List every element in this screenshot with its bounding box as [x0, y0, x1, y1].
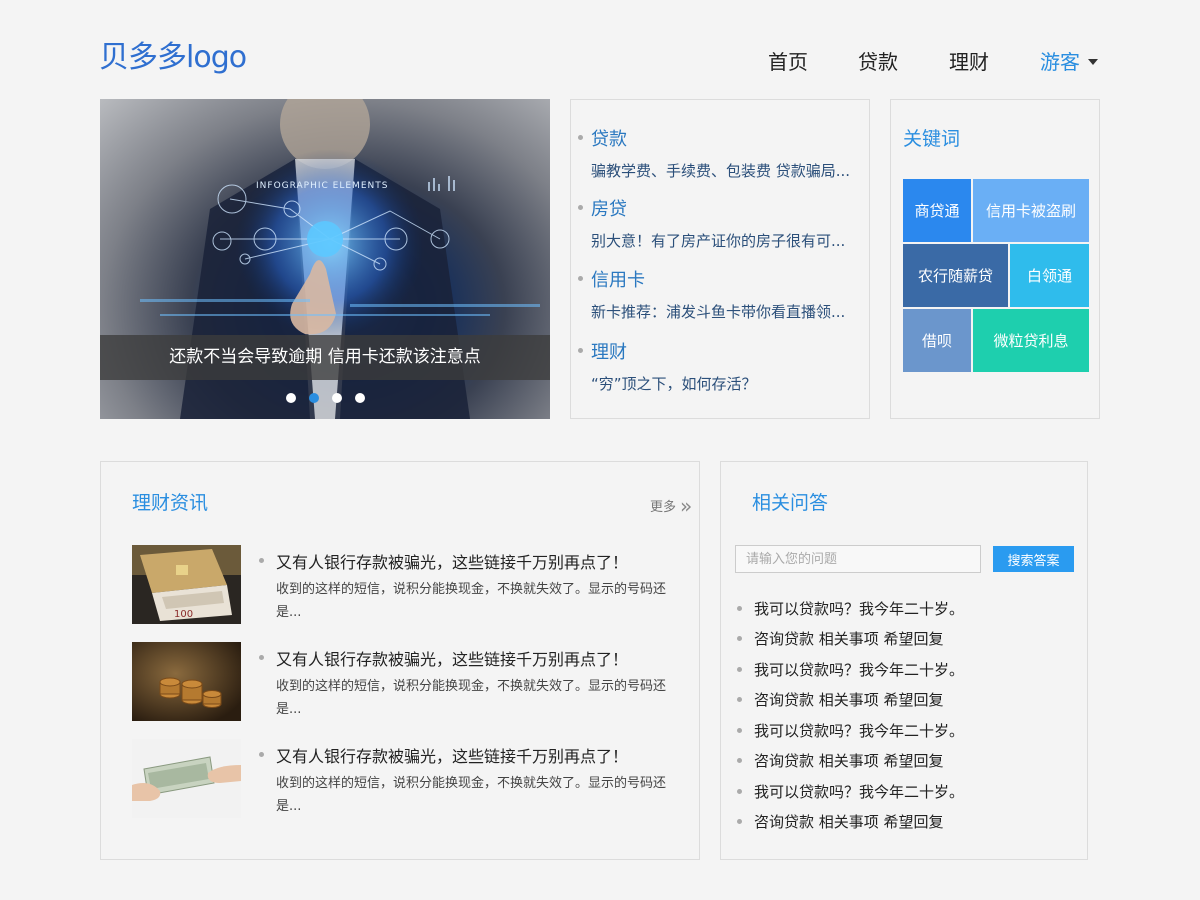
question-search-input[interactable] [735, 545, 981, 573]
keyword-tile[interactable]: 白领通 [1010, 244, 1089, 307]
keyword-tile[interactable]: 信用卡被盗刷 [973, 179, 1089, 242]
search-answers-button[interactable]: 搜索答案 [993, 546, 1074, 572]
banner-caption[interactable]: 还款不当会导致逾期 信用卡还款该注意点 [100, 335, 550, 380]
article-title[interactable]: 又有人银行存款被骗光，这些链接千万别再点了！ [258, 743, 628, 767]
qa-list-item[interactable]: 我可以贷款吗？我今年二十岁。 [736, 720, 964, 741]
carousel-dot-3[interactable] [332, 393, 342, 403]
nav-loans[interactable]: 贷款 [858, 46, 898, 75]
qa-list-item[interactable]: 咨询贷款 相关事项 希望回复 [737, 628, 944, 649]
svg-text:100: 100 [174, 609, 193, 620]
qa-title: 相关问答 [752, 492, 829, 514]
qa-panel: 相关问答 搜索答案 我可以贷款吗？我今年二十岁。 咨询贷款 相关事项 希望回复 … [720, 461, 1088, 860]
keyword-tile[interactable]: 农行随薪贷 [903, 244, 1008, 307]
keyword-tile[interactable]: 微粒贷利息 [973, 309, 1089, 372]
news-headline[interactable]: 新卡推荐：浦发斗鱼卡带你看直播领... [591, 301, 856, 322]
more-link[interactable]: 更多» [650, 492, 693, 518]
news-category-finance[interactable]: 理财 [578, 338, 627, 364]
keywords-title: 关键词 [903, 128, 961, 150]
news-headline[interactable]: 骗教学费、手续费、包装费 贷款骗局... [591, 160, 856, 181]
keyword-tile[interactable]: 借呗 [903, 309, 971, 372]
keywords-panel: 关键词 商贷通 信用卡被盗刷 农行随薪贷 白领通 借呗 微粒贷利息 [890, 99, 1100, 419]
qa-list-item[interactable]: 我可以贷款吗？我今年二十岁。 [736, 781, 964, 802]
article-thumbnail[interactable] [132, 739, 241, 818]
banner-graphic-text: INFOGRAPHIC ELEMENTS [256, 181, 388, 191]
news-panel: 贷款 骗教学费、手续费、包装费 贷款骗局... 房贷 别大意！有了房产证你的房子… [570, 99, 870, 419]
news-category-credit-card[interactable]: 信用卡 [578, 266, 645, 292]
qa-list-item[interactable]: 我可以贷款吗？我今年二十岁。 [736, 659, 964, 680]
news-headline[interactable]: 别大意！有了房产证你的房子很有可... [591, 230, 856, 251]
finance-news-title: 理财资讯 [132, 492, 209, 514]
double-chevron-right-icon: » [680, 494, 693, 518]
banner-carousel[interactable]: INFOGRAPHIC ELEMENTS 还款不当会导致逾期 信用卡还款该注意点 [100, 99, 550, 419]
article-thumbnail[interactable]: 100 [132, 545, 241, 624]
qa-list-item[interactable]: 咨询贷款 相关事项 希望回复 [737, 689, 944, 710]
news-category-loans[interactable]: 贷款 [578, 125, 627, 151]
more-label: 更多 [650, 500, 677, 515]
article-summary: 收到的这样的短信，说积分能换现金，不换就失效了。显示的号码还是... [276, 679, 667, 717]
news-headline[interactable]: “穷”顶之下，如何存活？ [591, 373, 856, 394]
nav-finance[interactable]: 理财 [949, 46, 989, 75]
carousel-dot-2[interactable] [309, 393, 319, 403]
article-summary: 收到的这样的短信，说积分能换现金，不换就失效了。显示的号码还是... [276, 582, 667, 620]
carousel-dot-1[interactable] [286, 393, 296, 403]
article-title[interactable]: 又有人银行存款被骗光，这些链接千万别再点了！ [258, 549, 628, 573]
user-menu[interactable]: 游客 [1040, 46, 1098, 75]
user-menu-label: 游客 [1040, 50, 1080, 74]
chevron-down-icon [1088, 58, 1098, 65]
article-summary: 收到的这样的短信，说积分能换现金，不换就失效了。显示的号码还是... [276, 776, 667, 814]
qa-list-item[interactable]: 我可以贷款吗？我今年二十岁。 [736, 598, 964, 619]
carousel-dot-4[interactable] [355, 393, 365, 403]
qa-list-item[interactable]: 咨询贷款 相关事项 希望回复 [737, 811, 944, 832]
finance-news-panel: 理财资讯 更多» 100 又有人银行存款被骗光，这些链接千万别再点了！ 收到的这… [100, 461, 700, 860]
main-nav: 首页 贷款 理财 游客 [0, 46, 1200, 76]
keyword-tile[interactable]: 商贷通 [903, 179, 971, 242]
article-thumbnail[interactable] [132, 642, 241, 721]
qa-list-item[interactable]: 咨询贷款 相关事项 希望回复 [737, 750, 944, 771]
news-category-mortgage[interactable]: 房贷 [578, 195, 627, 221]
nav-home[interactable]: 首页 [768, 46, 808, 75]
article-title[interactable]: 又有人银行存款被骗光，这些链接千万别再点了！ [258, 646, 628, 670]
carousel-dots [100, 393, 550, 403]
